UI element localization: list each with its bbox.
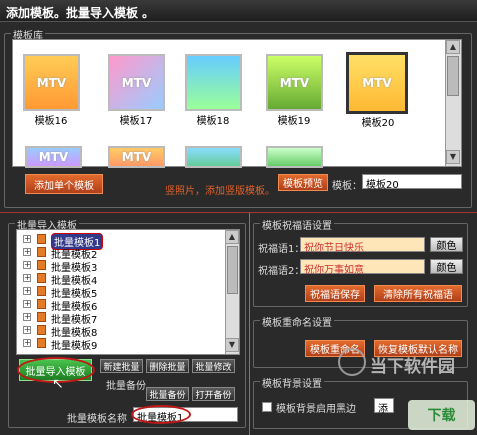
- template-thumb-label: 模板20: [361, 118, 395, 129]
- portrait-hint-text: 竖照片，添加竖版模板。: [165, 186, 275, 197]
- batch-name-label: 批量模板名称: [67, 414, 127, 425]
- greeting2-label: 祝福语2：: [258, 266, 305, 277]
- delete-batch-button[interactable]: 删除批量: [146, 359, 189, 373]
- rename-settings-label: 模板重命名设置: [260, 314, 334, 329]
- template-thumb-20[interactable]: MTV: [346, 52, 408, 114]
- expand-icon[interactable]: +: [23, 248, 31, 256]
- watermark-logo-icon: [338, 348, 366, 376]
- batch-backup-button[interactable]: 批量备份: [146, 387, 189, 401]
- list-item[interactable]: + 批量模板7: [17, 311, 227, 326]
- scroll-up-icon[interactable]: ▲: [225, 230, 239, 244]
- batch-template-list[interactable]: + 批量模板1 + 批量模板2 + 批量模板3 + 批量模板4 + 批量模板5 + 批量模板…: [16, 229, 240, 355]
- greeting1-label: 祝福语1：: [258, 244, 305, 255]
- list-item[interactable]: + 批量模板5: [17, 285, 227, 300]
- watermark-text: 当下软件园: [370, 357, 455, 377]
- template-thumb-label: 模板18: [196, 116, 230, 127]
- list-item[interactable]: + 批量模板9: [17, 337, 227, 352]
- scroll-down-icon[interactable]: ▼: [446, 150, 460, 164]
- library-scrollbar[interactable]: ▲ ▼: [445, 40, 461, 166]
- template-thumb-label: 模板19: [277, 116, 311, 127]
- site-watermark: 当下软件园 下载: [338, 340, 477, 435]
- template-preview-button[interactable]: 模板预览: [278, 174, 328, 191]
- template-thumb-17[interactable]: MTV: [108, 54, 165, 111]
- add-single-template-button[interactable]: 添加单个模板: [25, 174, 103, 194]
- expand-icon[interactable]: +: [23, 287, 31, 295]
- greeting1-color-button[interactable]: 颜色: [430, 237, 463, 252]
- list-item[interactable]: + 批量模板8: [17, 324, 227, 339]
- folder-icon: [37, 338, 46, 348]
- new-batch-button[interactable]: 新建批量: [100, 359, 143, 373]
- scroll-down-icon[interactable]: ▼: [225, 338, 239, 352]
- expand-icon[interactable]: +: [23, 274, 31, 282]
- save-greeting-button[interactable]: 祝福语保存: [305, 285, 365, 302]
- divider: [249, 213, 250, 435]
- scroll-up-icon[interactable]: ▲: [446, 40, 460, 54]
- greeting-settings-label: 模板祝福语设置: [260, 217, 334, 232]
- expand-icon[interactable]: +: [23, 313, 31, 321]
- list-item[interactable]: + 批量模板4: [17, 272, 227, 287]
- template-thumb-label: 模板16: [34, 116, 68, 127]
- batch-backup-label: 批量备份: [106, 381, 146, 392]
- open-backup-button[interactable]: 打开备份: [192, 387, 235, 401]
- template-thumb[interactable]: [266, 146, 323, 168]
- window-title: 添加模板。批量导入模板 。: [0, 0, 477, 22]
- template-thumb-16[interactable]: MTV: [23, 54, 80, 111]
- template-thumb-label: 模板17: [119, 116, 153, 127]
- template-thumb[interactable]: [185, 146, 242, 168]
- cursor-icon: ↖: [52, 376, 64, 392]
- template-thumb-19[interactable]: MTV: [266, 54, 323, 111]
- modify-batch-button[interactable]: 批量修改: [192, 359, 235, 373]
- highlight-oval: [131, 405, 191, 424]
- folder-icon: [37, 286, 46, 296]
- divider: [0, 212, 477, 213]
- template-library-panel: MTV 模板16 MTV 模板17 模板18 MTV 模板19 MTV 模板20…: [12, 39, 462, 168]
- expand-icon[interactable]: +: [23, 326, 31, 334]
- scroll-thumb[interactable]: [447, 56, 459, 96]
- watermark-badge: 下载: [408, 400, 475, 430]
- folder-icon: [37, 247, 46, 257]
- template-thumb[interactable]: MTV: [108, 146, 165, 168]
- expand-icon[interactable]: +: [23, 339, 31, 347]
- folder-icon: [37, 312, 46, 322]
- greeting1-field[interactable]: 祝你节日快乐: [300, 237, 425, 254]
- template-thumb[interactable]: MTV: [25, 146, 82, 168]
- folder-icon: [37, 325, 46, 335]
- clear-greetings-button[interactable]: 清除所有祝福语: [374, 285, 462, 302]
- template-thumb-18[interactable]: [185, 54, 242, 111]
- greeting2-field[interactable]: 祝你万事如意: [300, 259, 425, 276]
- list-item[interactable]: + 批量模板6: [17, 298, 227, 313]
- expand-icon[interactable]: +: [23, 261, 31, 269]
- folder-icon: [37, 234, 46, 244]
- scroll-thumb[interactable]: [227, 246, 238, 294]
- expand-icon[interactable]: +: [23, 235, 31, 243]
- folder-icon: [37, 260, 46, 270]
- list-item[interactable]: + 批量模板2: [17, 246, 227, 261]
- list-scrollbar[interactable]: ▲ ▼: [225, 230, 239, 354]
- black-border-checkbox[interactable]: [262, 402, 272, 412]
- template-label: 模板：: [332, 181, 362, 192]
- list-item[interactable]: + 批量模板3: [17, 259, 227, 274]
- expand-icon[interactable]: +: [23, 300, 31, 308]
- folder-icon: [37, 299, 46, 309]
- black-border-label: 模板背景启用黑边: [276, 404, 356, 415]
- list-item[interactable]: + 批量模板1: [17, 233, 227, 250]
- folder-icon: [37, 273, 46, 283]
- greeting2-color-button[interactable]: 颜色: [430, 259, 463, 274]
- background-settings-label: 模板背景设置: [260, 375, 324, 390]
- template-name-field[interactable]: 模板20: [362, 174, 462, 191]
